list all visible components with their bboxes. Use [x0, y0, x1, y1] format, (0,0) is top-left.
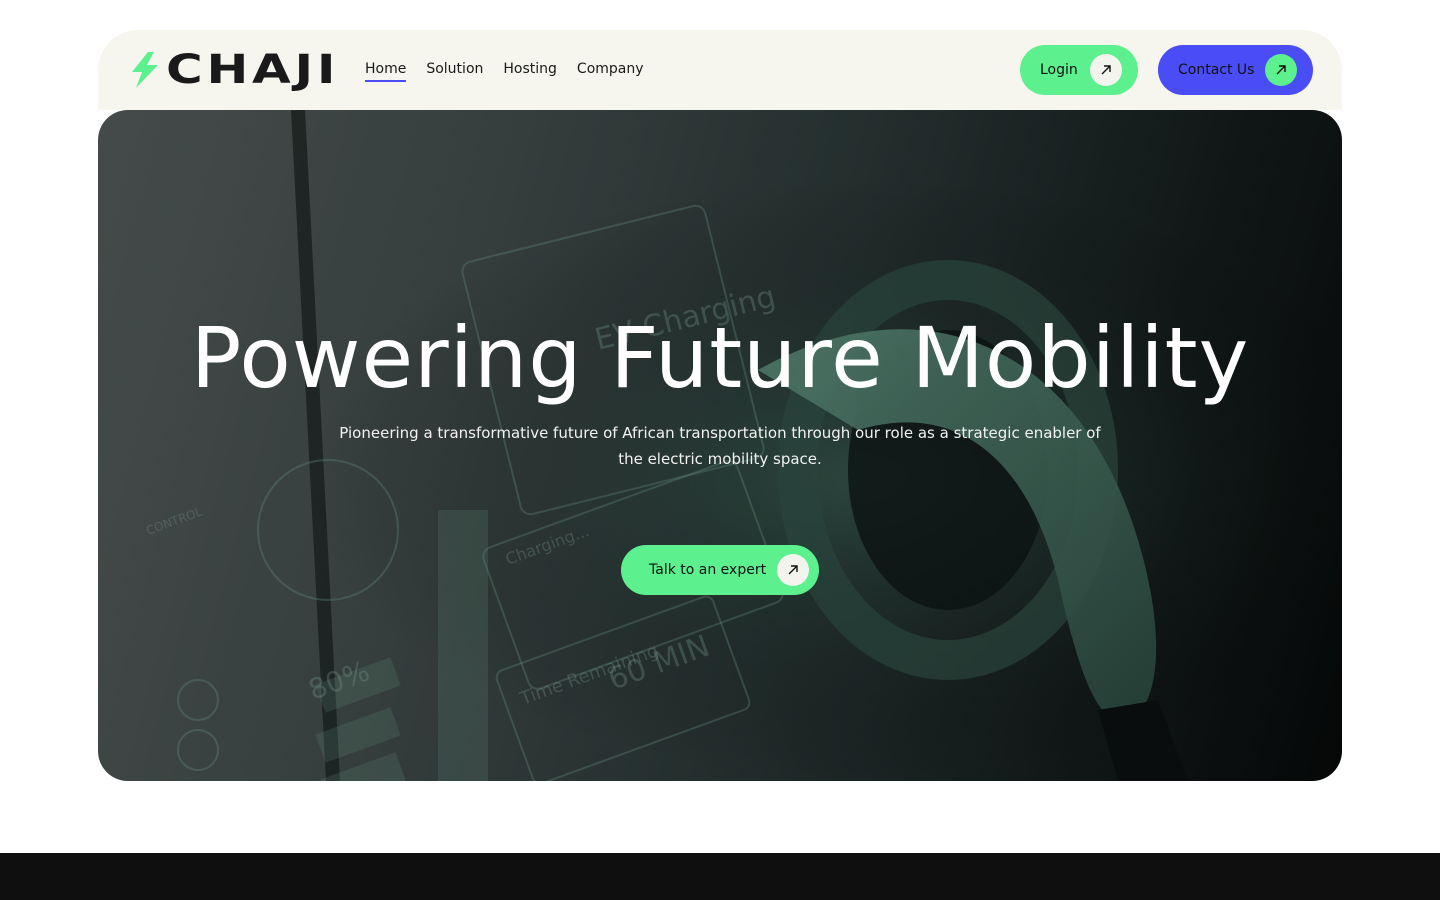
next-section-dark-band	[0, 853, 1440, 900]
login-button[interactable]: Login	[1020, 45, 1138, 95]
brand-name: CHAJI	[166, 47, 340, 93]
hero-subtitle: Pioneering a transformative future of Af…	[339, 424, 1101, 468]
contact-button-label: Contact Us	[1178, 62, 1255, 78]
nav-link-home[interactable]: Home	[365, 61, 407, 82]
arrow-up-right-icon	[1090, 54, 1122, 86]
talk-to-expert-label: Talk to an expert	[649, 562, 767, 578]
lightning-bolt-icon	[132, 52, 158, 88]
nav-link-hosting[interactable]: Hosting	[503, 61, 557, 79]
top-navbar: CHAJI Home Solution Hosting Company Logi…	[98, 30, 1342, 110]
nav-link-solution[interactable]: Solution	[426, 61, 483, 79]
login-button-label: Login	[1040, 62, 1078, 78]
main-navigation: Home Solution Hosting Company	[365, 30, 644, 110]
arrow-up-right-icon	[777, 554, 809, 586]
talk-to-expert-button[interactable]: Talk to an expert	[621, 545, 819, 595]
brand-logo[interactable]: CHAJI	[130, 50, 335, 90]
hero-title: Powering Future Mobility	[190, 309, 1250, 407]
hero-section: EV Charging Charging... Time Remaining 6…	[98, 110, 1342, 781]
arrow-up-right-icon	[1265, 54, 1297, 86]
nav-link-company[interactable]: Company	[577, 61, 644, 79]
contact-us-button[interactable]: Contact Us	[1158, 45, 1313, 95]
